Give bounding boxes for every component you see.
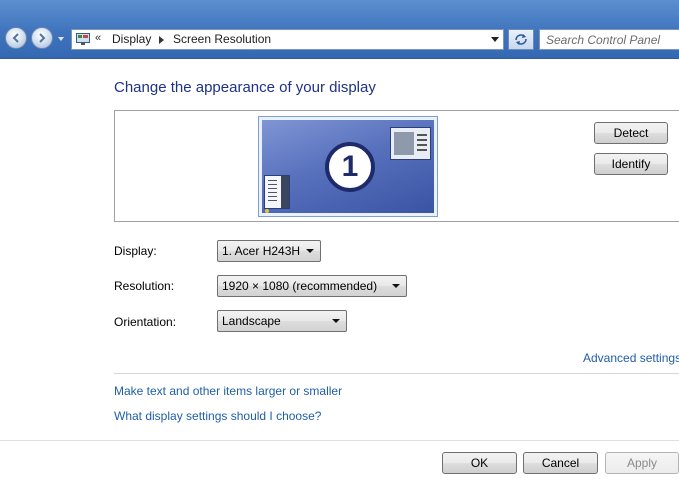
arrow-right-icon (39, 33, 46, 43)
text-size-link[interactable]: Make text and other items larger or smal… (114, 384, 342, 398)
chevron-down-icon (392, 284, 400, 288)
orientation-select[interactable]: Landscape (217, 310, 347, 332)
search-input[interactable] (540, 30, 678, 49)
address-dropdown-icon[interactable] (491, 37, 499, 42)
monitor-number: 1 (325, 142, 375, 192)
identify-button[interactable]: Identify (594, 153, 668, 175)
window-graphic (390, 127, 431, 160)
display-select-value: 1. Acer H243H (222, 244, 301, 258)
chevron-down-icon (332, 319, 340, 323)
refresh-button[interactable] (508, 29, 534, 50)
resolution-label: Resolution: (114, 279, 175, 293)
chevron-down-icon (306, 249, 314, 253)
refresh-icon (515, 34, 527, 45)
breadcrumb-display[interactable]: Display (112, 32, 151, 46)
detect-button[interactable]: Detect (594, 122, 668, 144)
cancel-button[interactable]: Cancel (523, 452, 598, 474)
resolution-select[interactable]: 1920 × 1080 (recommended) (217, 275, 407, 297)
footer-divider (0, 440, 679, 441)
resolution-select-value: 1920 × 1080 (recommended) (222, 279, 378, 293)
breadcrumb-separator-icon[interactable] (159, 36, 164, 44)
control-panel-icon (76, 33, 90, 45)
display-help-link[interactable]: What display settings should I choose? (114, 409, 321, 423)
back-button[interactable] (5, 27, 27, 49)
ok-button[interactable]: OK (442, 452, 517, 474)
search-box[interactable] (539, 29, 679, 50)
advanced-settings-link[interactable]: Advanced settings (583, 351, 679, 365)
forward-button[interactable] (31, 27, 53, 49)
recent-pages-dropdown-icon[interactable] (57, 35, 65, 43)
breadcrumb-screen-resolution[interactable]: Screen Resolution (173, 32, 271, 46)
breadcrumb-overflow[interactable]: « (95, 32, 101, 44)
monitor-screen: 1 (262, 120, 434, 213)
apply-button[interactable]: Apply (605, 452, 679, 474)
arrow-left-icon (12, 33, 19, 43)
divider (114, 373, 679, 374)
start-menu-graphic (264, 175, 290, 209)
orientation-label: Orientation: (114, 315, 177, 329)
page-title: Change the appearance of your display (114, 79, 376, 96)
address-bar[interactable]: « Display Screen Resolution (71, 29, 504, 50)
orientation-select-value: Landscape (222, 314, 281, 328)
start-orb-icon (265, 209, 269, 213)
navigation-bar: « Display Screen Resolution (0, 0, 679, 59)
monitor-1-thumbnail[interactable]: 1 (258, 116, 438, 217)
display-label: Display: (114, 244, 157, 258)
display-select[interactable]: 1. Acer H243H (217, 240, 321, 262)
